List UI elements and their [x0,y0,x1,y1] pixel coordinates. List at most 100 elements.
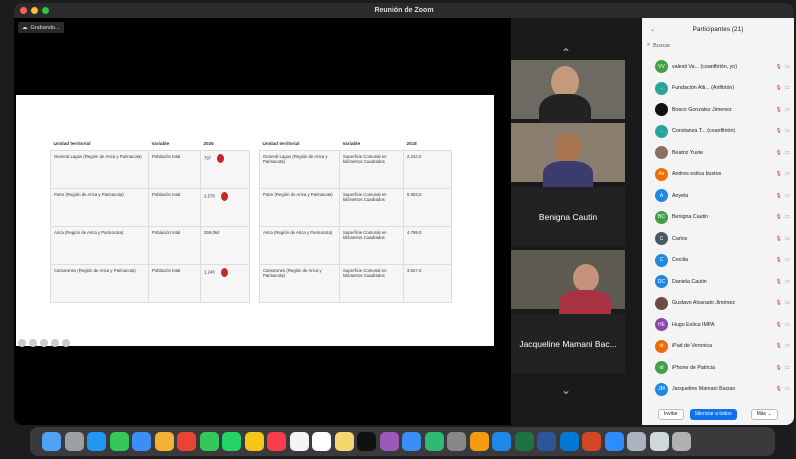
close-window-button[interactable] [20,7,27,14]
view-icon[interactable] [51,339,59,347]
pages-icon[interactable] [469,432,489,451]
finder-icon[interactable] [42,432,61,451]
avatar [655,146,668,160]
participant-row[interactable]: DC Daniela Cautin 🎙 ▭ [642,271,794,293]
participant-row[interactable]: JM Jacqueline Mamani Bacian 🎙 ▭ [642,379,794,401]
notes-icon[interactable] [244,432,264,451]
table-row: Camarones (Región de Arica y Parinacota)… [50,263,250,303]
participant-name: Jacqueline Mamani Bacian [672,386,736,393]
recording-indicator[interactable]: ☁ Grabando... [18,22,64,33]
video-tile[interactable] [511,60,625,134]
outlook-icon[interactable] [559,432,579,451]
reminders-icon[interactable] [289,432,309,451]
search-icon: ⌕ [647,42,651,48]
numbers-icon[interactable] [424,432,444,451]
participant-name: valesti Va... (coanfitrión, yo) [672,63,737,70]
avatar: HE [655,318,668,332]
video-off-icon: ▭ [784,343,790,350]
participant-row[interactable]: id iPhone de Patricia 🎙 ▭ [642,357,794,379]
zoom-window-button[interactable] [42,7,49,14]
participant-row[interactable]: Gustavo Alvarado Jiménez 🎙 ▭ [642,293,794,315]
calendar-icon[interactable] [312,432,331,451]
whatsapp-icon[interactable] [222,432,241,451]
avatar: JM [655,382,668,396]
invite-button[interactable]: Invitar [658,408,684,420]
mic-muted-icon: 🎙 [775,63,782,70]
participant-name: Cecilia [672,257,688,264]
tv-icon[interactable] [357,432,376,451]
chevron-up-icon[interactable]: ⌃ [561,46,571,60]
video-off-icon: ▭ [784,364,790,371]
participant-row[interactable]: C Cecilia 🎙 ▭ [642,250,794,272]
cell-variable: Superficie Comunal en kilómetros Cuadrad… [339,225,404,265]
header-unit: Unidad territorial [262,141,300,147]
participant-row[interactable]: id iPad de Veronica 🎙 ▭ [642,336,794,358]
chevron-down-icon[interactable]: ⌄ [561,383,571,397]
video-off-icon: ▭ [784,149,790,156]
chevron-down-icon[interactable]: ⌄ [650,26,655,33]
participant-row[interactable]: Ae Andres estica bustos 🎙 ▭ [642,164,794,186]
annotate-icon[interactable] [18,339,26,347]
participant-status: 🎙 ▭ [775,365,790,371]
facetime-icon[interactable] [199,432,219,451]
video-tile[interactable]: Jacqueline Mamani Bac... [511,314,625,373]
minimize-window-button[interactable] [31,7,38,14]
window-controls [20,7,49,14]
forward-icon[interactable] [62,339,70,347]
table-header-row: Unidad territorial Variable 2025 [51,138,250,150]
video-off-icon: ▭ [784,128,790,135]
video-off-icon: ▭ [784,85,790,92]
participant-row[interactable]: Bosco Gonzalez Jimenez 🎙 ▭ [642,99,794,121]
participant-row[interactable]: VV valesti Va... (coanfitrión, yo) 🎙 ▭ [642,56,794,78]
participant-row[interactable]: Beatriz Yuste 🎙 ▭ [642,142,794,164]
mic-muted-icon: 🎙 [775,128,782,135]
video-off-icon: ▭ [784,192,790,199]
trash-icon[interactable] [672,432,691,451]
participant-name: Bosco Gonzalez Jimenez [672,106,732,113]
slide-top-edge [16,93,494,95]
powerpoint-icon[interactable] [582,432,601,451]
messages-icon[interactable] [109,432,129,451]
appstore-icon[interactable] [492,432,511,451]
participant-row[interactable]: BC Benigna Cautin 🎙 ▭ [642,207,794,229]
mic-muted-icon: 🎙 [775,343,782,350]
more-button[interactable]: Más ⌄ [750,408,778,420]
video-tile[interactable] [511,250,625,320]
keynote-icon[interactable] [402,432,421,451]
cell-value: 2.244,0 [403,149,452,189]
photos-icon[interactable] [154,432,174,451]
mute-all-button[interactable]: Silenciar a todos [689,408,737,420]
participant-row[interactable]: A Anyela 🎙 ▭ [642,185,794,207]
screenshots-icon[interactable] [649,432,669,451]
participant-row[interactable]: C Carlos 🎙 ▭ [642,228,794,250]
captions-icon[interactable] [40,339,48,347]
notes2-icon[interactable] [334,432,354,451]
participant-status: 🎙 ▭ [775,279,790,285]
safari-icon[interactable] [87,432,106,451]
video-off-icon: ▭ [784,214,790,221]
share-icon[interactable] [29,339,37,347]
participant-row[interactable]: → Constanza T... (coanfitrión) 🎙 ▭ [642,121,794,143]
preview-icon[interactable] [627,432,646,451]
mail-icon[interactable] [132,432,151,451]
red-marker-icon [217,153,225,163]
table-row: Arica (Región de Arica y Parinacota) Supe… [259,225,452,265]
video-off-icon: ▭ [784,300,790,307]
search-input[interactable]: ⌕ Buscar [642,40,794,51]
zoom-icon[interactable] [604,432,624,451]
participant-row[interactable]: HE Hugo Estica IMPA 🎙 ▭ [642,314,794,336]
surface-table: Unidad territorial Variable 2018 General… [259,138,452,303]
participant-name: iPhone de Patricia [672,364,715,371]
excel-icon[interactable] [514,432,534,451]
video-off-icon: ▭ [784,321,790,328]
participant-row[interactable]: → Fundación Alti... (Anfitrión) 🎙 ▭ [642,78,794,100]
podcasts-icon[interactable] [379,432,399,451]
launchpad-icon[interactable] [64,432,84,451]
chrome-icon[interactable] [177,432,196,451]
video-tile[interactable]: Benigna Cautin [511,187,625,246]
word-icon[interactable] [537,432,556,451]
cell-value-text: 797 [204,155,212,161]
music-icon[interactable] [267,432,286,451]
settings-icon[interactable] [447,432,466,451]
video-tile[interactable] [511,123,625,191]
